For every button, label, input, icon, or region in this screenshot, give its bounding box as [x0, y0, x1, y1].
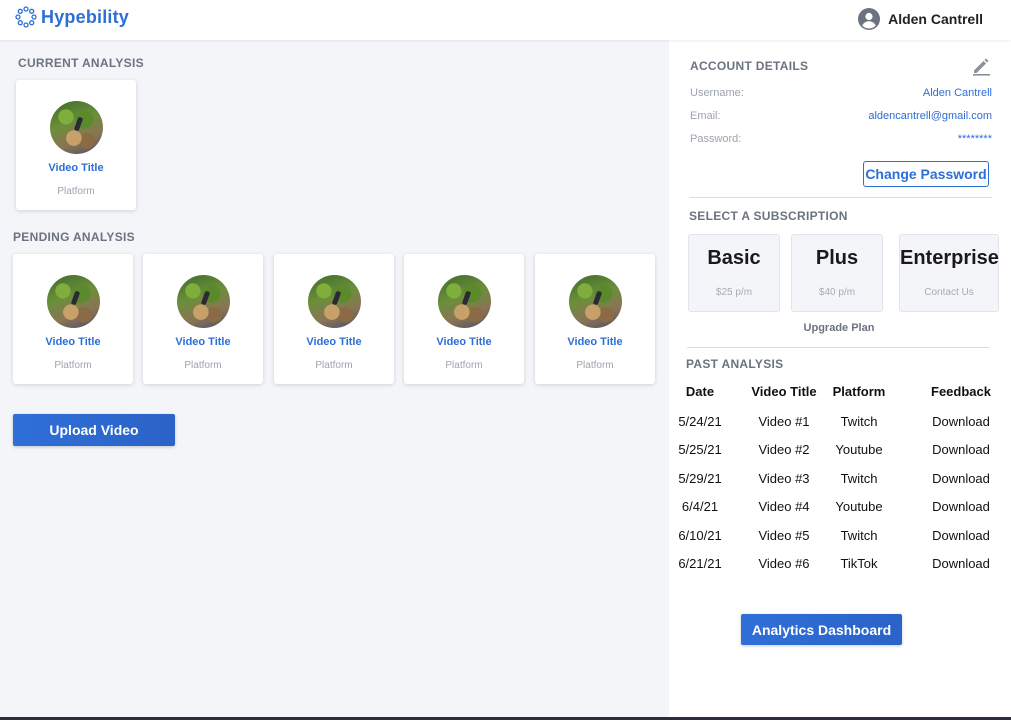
divider	[687, 347, 990, 348]
plan-card-enterprise[interactable]: Enterprise Contact Us	[899, 234, 999, 312]
username-label: Username:	[690, 87, 744, 99]
date-cell: 6/10/21	[678, 528, 722, 543]
platform-cell: TikTok	[840, 556, 878, 571]
platform-cell: Youtube	[835, 442, 883, 457]
platform-cell: Twitch	[840, 414, 878, 429]
video-platform: Platform	[57, 186, 95, 197]
column-header-feedback: Feedback	[931, 384, 991, 399]
username-value: Alden Cantrell	[922, 87, 992, 99]
plan-name: Enterprise	[900, 247, 999, 269]
video-platform: Platform	[184, 360, 222, 371]
password-label: Password:	[690, 133, 742, 145]
user-avatar-icon	[858, 8, 881, 30]
brand-logo-icon	[15, 6, 37, 28]
top-bar: Hypebility Alden Cantrell	[0, 0, 1011, 40]
plan-price: $40 p/m	[818, 287, 856, 298]
pending-analysis-heading: PENDING ANALYSIS	[13, 230, 135, 244]
video-title: Video Title	[175, 336, 231, 348]
download-link[interactable]: Download	[921, 471, 1001, 486]
download-link[interactable]: Download	[921, 528, 1001, 543]
column-header-platform: Platform	[832, 384, 886, 399]
change-password-button[interactable]: Change Password	[863, 161, 989, 187]
plan-card-plus[interactable]: Plus $40 p/m	[791, 234, 883, 312]
date-cell: 6/21/21	[678, 556, 722, 571]
pending-video-card[interactable]: Video Title Platform	[274, 254, 394, 384]
video-thumbnail	[177, 275, 230, 328]
date-cell: 5/24/21	[678, 414, 722, 429]
download-link[interactable]: Download	[921, 414, 1001, 429]
current-video-card[interactable]: Video Title Platform	[16, 80, 136, 210]
platform-cell: Youtube	[835, 499, 883, 514]
table-header-row: Date Video Title Platform Feedback	[669, 384, 1011, 404]
table-row: 5/29/21 Video #3 Twitch Download	[669, 471, 1011, 491]
column-header-video-title: Video Title	[751, 384, 817, 399]
upgrade-plan-link[interactable]: Upgrade Plan	[789, 322, 889, 334]
edit-pencil-icon[interactable]	[971, 56, 991, 76]
plan-name: Plus	[815, 247, 859, 269]
video-title-cell: Video #4	[758, 499, 810, 514]
video-title: Video Title	[45, 336, 101, 348]
user-name: Alden Cantrell	[888, 11, 983, 27]
upload-video-button[interactable]: Upload Video	[13, 414, 175, 446]
video-thumbnail	[47, 275, 100, 328]
user-menu[interactable]: Alden Cantrell	[858, 8, 983, 30]
plan-name: Basic	[707, 247, 761, 269]
table-row: 5/24/21 Video #1 Twitch Download	[669, 414, 1011, 434]
table-row: 6/21/21 Video #6 TikTok Download	[669, 556, 1011, 576]
analytics-dashboard-button[interactable]: Analytics Dashboard	[741, 614, 902, 645]
video-thumbnail	[50, 101, 103, 154]
download-link[interactable]: Download	[921, 556, 1001, 571]
brand[interactable]: Hypebility	[15, 6, 129, 28]
plan-price: Contact Us	[924, 287, 974, 298]
email-label: Email:	[690, 110, 721, 122]
video-thumbnail	[569, 275, 622, 328]
email-value: aldencantrell@gmail.com	[868, 110, 992, 122]
date-cell: 6/4/21	[681, 499, 719, 514]
subscription-heading: SELECT A SUBSCRIPTION	[689, 209, 848, 223]
left-panel: CURRENT ANALYSIS Video Title Platform PE…	[0, 40, 669, 717]
platform-cell: Twitch	[840, 528, 878, 543]
table-row: 6/4/21 Video #4 Youtube Download	[669, 499, 1011, 519]
video-title-cell: Video #6	[758, 556, 810, 571]
pending-video-card[interactable]: Video Title Platform	[535, 254, 655, 384]
right-panel: ACCOUNT DETAILS Username: Alden Cantrell…	[669, 40, 1011, 717]
pending-video-card[interactable]: Video Title Platform	[143, 254, 263, 384]
video-platform: Platform	[445, 360, 483, 371]
video-platform: Platform	[576, 360, 614, 371]
download-link[interactable]: Download	[921, 442, 1001, 457]
video-title-cell: Video #3	[758, 471, 810, 486]
video-platform: Platform	[315, 360, 353, 371]
pending-video-card[interactable]: Video Title Platform	[13, 254, 133, 384]
plan-card-basic[interactable]: Basic $25 p/m	[688, 234, 780, 312]
video-title-cell: Video #2	[758, 442, 810, 457]
divider	[689, 197, 992, 198]
pending-video-card[interactable]: Video Title Platform	[404, 254, 524, 384]
video-title: Video Title	[48, 162, 104, 174]
table-row: 5/25/21 Video #2 Youtube Download	[669, 442, 1011, 462]
password-value: ********	[957, 133, 992, 145]
video-thumbnail	[308, 275, 361, 328]
video-thumbnail	[438, 275, 491, 328]
video-title-cell: Video #1	[758, 414, 810, 429]
current-analysis-heading: CURRENT ANALYSIS	[18, 56, 144, 70]
table-row: 6/10/21 Video #5 Twitch Download	[669, 528, 1011, 548]
date-cell: 5/25/21	[678, 442, 722, 457]
plan-price: $25 p/m	[715, 287, 753, 298]
date-cell: 5/29/21	[678, 471, 722, 486]
download-link[interactable]: Download	[921, 499, 1001, 514]
account-details-heading: ACCOUNT DETAILS	[690, 59, 809, 73]
video-title: Video Title	[436, 336, 492, 348]
video-title: Video Title	[306, 336, 362, 348]
video-platform: Platform	[54, 360, 92, 371]
platform-cell: Twitch	[840, 471, 878, 486]
past-analysis-heading: PAST ANALYSIS	[686, 357, 784, 371]
column-header-date: Date	[685, 384, 715, 399]
video-title-cell: Video #5	[758, 528, 810, 543]
video-title: Video Title	[567, 336, 623, 348]
brand-name: Hypebility	[41, 6, 130, 27]
